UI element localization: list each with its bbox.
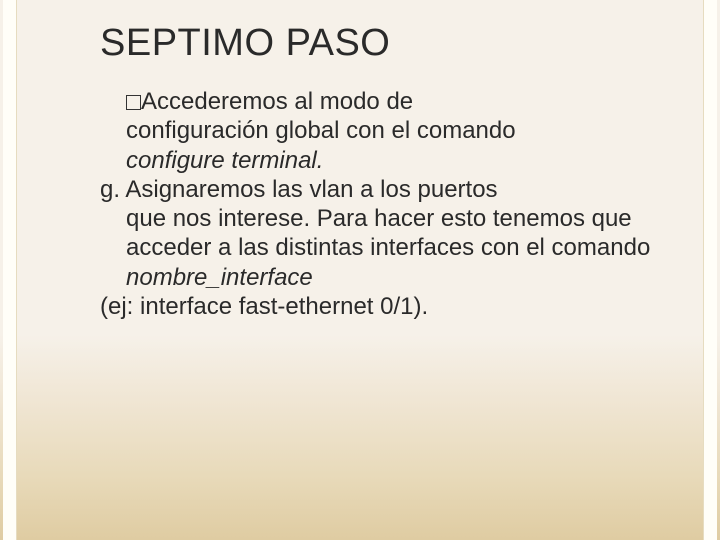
paragraph-3-example: (ej: interface fast-ethernet 0/1). bbox=[100, 292, 660, 321]
square-bullet-icon bbox=[126, 95, 141, 110]
paragraph-1-command: configure terminal. bbox=[100, 146, 660, 175]
paragraph-1: Accederemos al modo de bbox=[100, 87, 660, 116]
paragraph-2-line-1: g. Asignaremos las vlan a los puertos bbox=[100, 175, 660, 204]
paragraph-1-line-2: configuración global con el comando bbox=[100, 116, 660, 145]
slide-right-border bbox=[703, 0, 717, 540]
paragraph-2-command: nombre_interface bbox=[100, 263, 660, 292]
slide-body: Accederemos al modo de configuración glo… bbox=[100, 87, 660, 321]
slide-content: SEPTIMO PASO Accederemos al modo de conf… bbox=[100, 22, 660, 321]
paragraph-2-line-2: que nos interese. Para hacer esto tenemo… bbox=[100, 204, 660, 263]
slide-title: SEPTIMO PASO bbox=[100, 22, 660, 65]
slide-left-border bbox=[3, 0, 17, 540]
paragraph-1-line-1: Accederemos al modo de bbox=[141, 88, 413, 115]
